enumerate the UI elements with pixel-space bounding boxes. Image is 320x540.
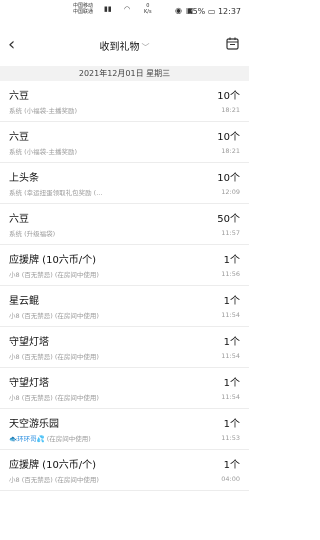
- gift-name: 应援牌 (10六币/个): [9, 460, 97, 471]
- gift-source: 🐟环环哥💦 (在房间中使用): [9, 433, 91, 443]
- gift-time: 11:57: [221, 229, 240, 237]
- status-bar: 中国移动 中国联通 ▮▮ ◠ 0 K/s ◉ ▣ 85% ▭ 12:37: [0, 0, 249, 24]
- date-bar: 2021年12月01日 星期三: [0, 66, 249, 81]
- gift-count: 10个: [217, 173, 240, 184]
- gift-name: 六豆: [9, 91, 29, 102]
- list-item[interactable]: 应援牌 (10六币/个) 小8 (百无禁忌) (在房间中使用) 1个 04:00: [0, 450, 249, 491]
- splash-icon: 💦: [36, 435, 45, 443]
- gift-name: 应援牌 (10六币/个): [9, 255, 97, 266]
- gift-time: 11:53: [221, 434, 240, 442]
- gift-name: 守望灯塔: [9, 337, 49, 348]
- gift-source: 系统 (幸运扭蛋领取礼包奖励 (...: [9, 189, 103, 197]
- gift-count: 10个: [217, 132, 240, 143]
- gift-source: 小8 (百无禁忌) (在房间中使用): [9, 271, 99, 279]
- gift-name: 星云鲲: [9, 296, 39, 307]
- battery-level: 85%: [187, 7, 206, 16]
- gift-count: 1个: [223, 419, 240, 430]
- gift-source: 小8 (百无禁忌) (在房间中使用): [9, 476, 99, 484]
- list-item[interactable]: 六豆 系统 (升级福袋) 50个 11:57: [0, 204, 249, 245]
- chevron-down-icon: ﹀: [141, 43, 150, 52]
- gift-time: 11:56: [221, 270, 240, 278]
- list-item[interactable]: 星云鲲 小8 (百无禁忌) (在房间中使用) 1个 11:54: [0, 286, 249, 327]
- list-item[interactable]: 守望灯塔 小8 (百无禁忌) (在房间中使用) 1个 11:54: [0, 368, 249, 409]
- gift-name: 六豆: [9, 214, 29, 225]
- gift-time: 11:54: [221, 352, 240, 360]
- gift-name: 守望灯塔: [9, 378, 49, 389]
- speed-unit: K/s: [144, 9, 152, 15]
- list-item[interactable]: 应援牌 (10六币/个) 小8 (百无禁忌) (在房间中使用) 1个 11:56: [0, 245, 249, 286]
- gift-name: 六豆: [9, 132, 29, 143]
- gift-count: 50个: [217, 214, 240, 225]
- page-title-dropdown[interactable]: 收到礼物 ﹀: [0, 38, 249, 53]
- gift-source: 小8 (百无禁忌) (在房间中使用): [9, 312, 99, 320]
- gift-time: 04:00: [221, 475, 240, 483]
- gift-time: 18:21: [221, 106, 240, 114]
- gift-name: 上头条: [9, 173, 39, 184]
- gift-count: 1个: [223, 337, 240, 348]
- fish-icon: 🐟: [9, 435, 18, 443]
- carrier-names: 中国移动 中国联通: [73, 3, 93, 15]
- list-item[interactable]: 六豆 系统 (小福袋-主播奖励) 10个 18:21: [0, 81, 249, 122]
- clock: 12:37: [217, 7, 241, 16]
- list-item[interactable]: 六豆 系统 (小福袋-主播奖励) 10个 18:21: [0, 122, 249, 163]
- gift-time: 12:09: [221, 188, 240, 196]
- battery-icon: ▭: [207, 7, 216, 16]
- eye-icon: ◉: [175, 6, 182, 15]
- gift-name: 天空游乐园: [9, 419, 59, 430]
- gift-list: 六豆 系统 (小福袋-主播奖励) 10个 18:21 六豆 系统 (小福袋-主播…: [0, 81, 249, 491]
- gift-source: 小8 (百无禁忌) (在房间中使用): [9, 353, 99, 361]
- gift-time: 11:54: [221, 393, 240, 401]
- gift-time: 11:54: [221, 311, 240, 319]
- calendar-icon[interactable]: [226, 37, 239, 50]
- nav-header: ‹ 收到礼物 ﹀: [0, 24, 249, 66]
- gift-time: 18:21: [221, 147, 240, 155]
- gift-count: 10个: [217, 91, 240, 102]
- gift-count: 1个: [223, 460, 240, 471]
- gift-source-note: (在房间中使用): [44, 435, 91, 443]
- gift-source: 小8 (百无禁忌) (在房间中使用): [9, 394, 99, 402]
- gift-count: 1个: [223, 296, 240, 307]
- gift-count: 1个: [223, 378, 240, 389]
- signal-icon: ▮▮: [104, 5, 112, 13]
- gift-source: 系统 (小福袋-主播奖励): [9, 107, 77, 115]
- carrier-2: 中国联通: [73, 9, 94, 15]
- network-speed: 0 K/s: [144, 3, 152, 15]
- list-item[interactable]: 上头条 系统 (幸运扭蛋领取礼包奖励 (... 10个 12:09: [0, 163, 249, 204]
- gift-source: 系统 (升级福袋): [9, 230, 56, 238]
- list-item[interactable]: 守望灯塔 小8 (百无禁忌) (在房间中使用) 1个 11:54: [0, 327, 249, 368]
- page-title: 收到礼物: [99, 42, 140, 53]
- gift-source: 系统 (小福袋-主播奖励): [9, 148, 77, 156]
- status-right: 85% ▭ 12:37: [188, 7, 242, 16]
- gift-count: 1个: [223, 255, 240, 266]
- sender-name: 环环哥: [17, 435, 37, 443]
- list-item[interactable]: 天空游乐园 🐟环环哥💦 (在房间中使用) 1个 11:53: [0, 409, 249, 450]
- wifi-icon: ◠: [124, 5, 131, 13]
